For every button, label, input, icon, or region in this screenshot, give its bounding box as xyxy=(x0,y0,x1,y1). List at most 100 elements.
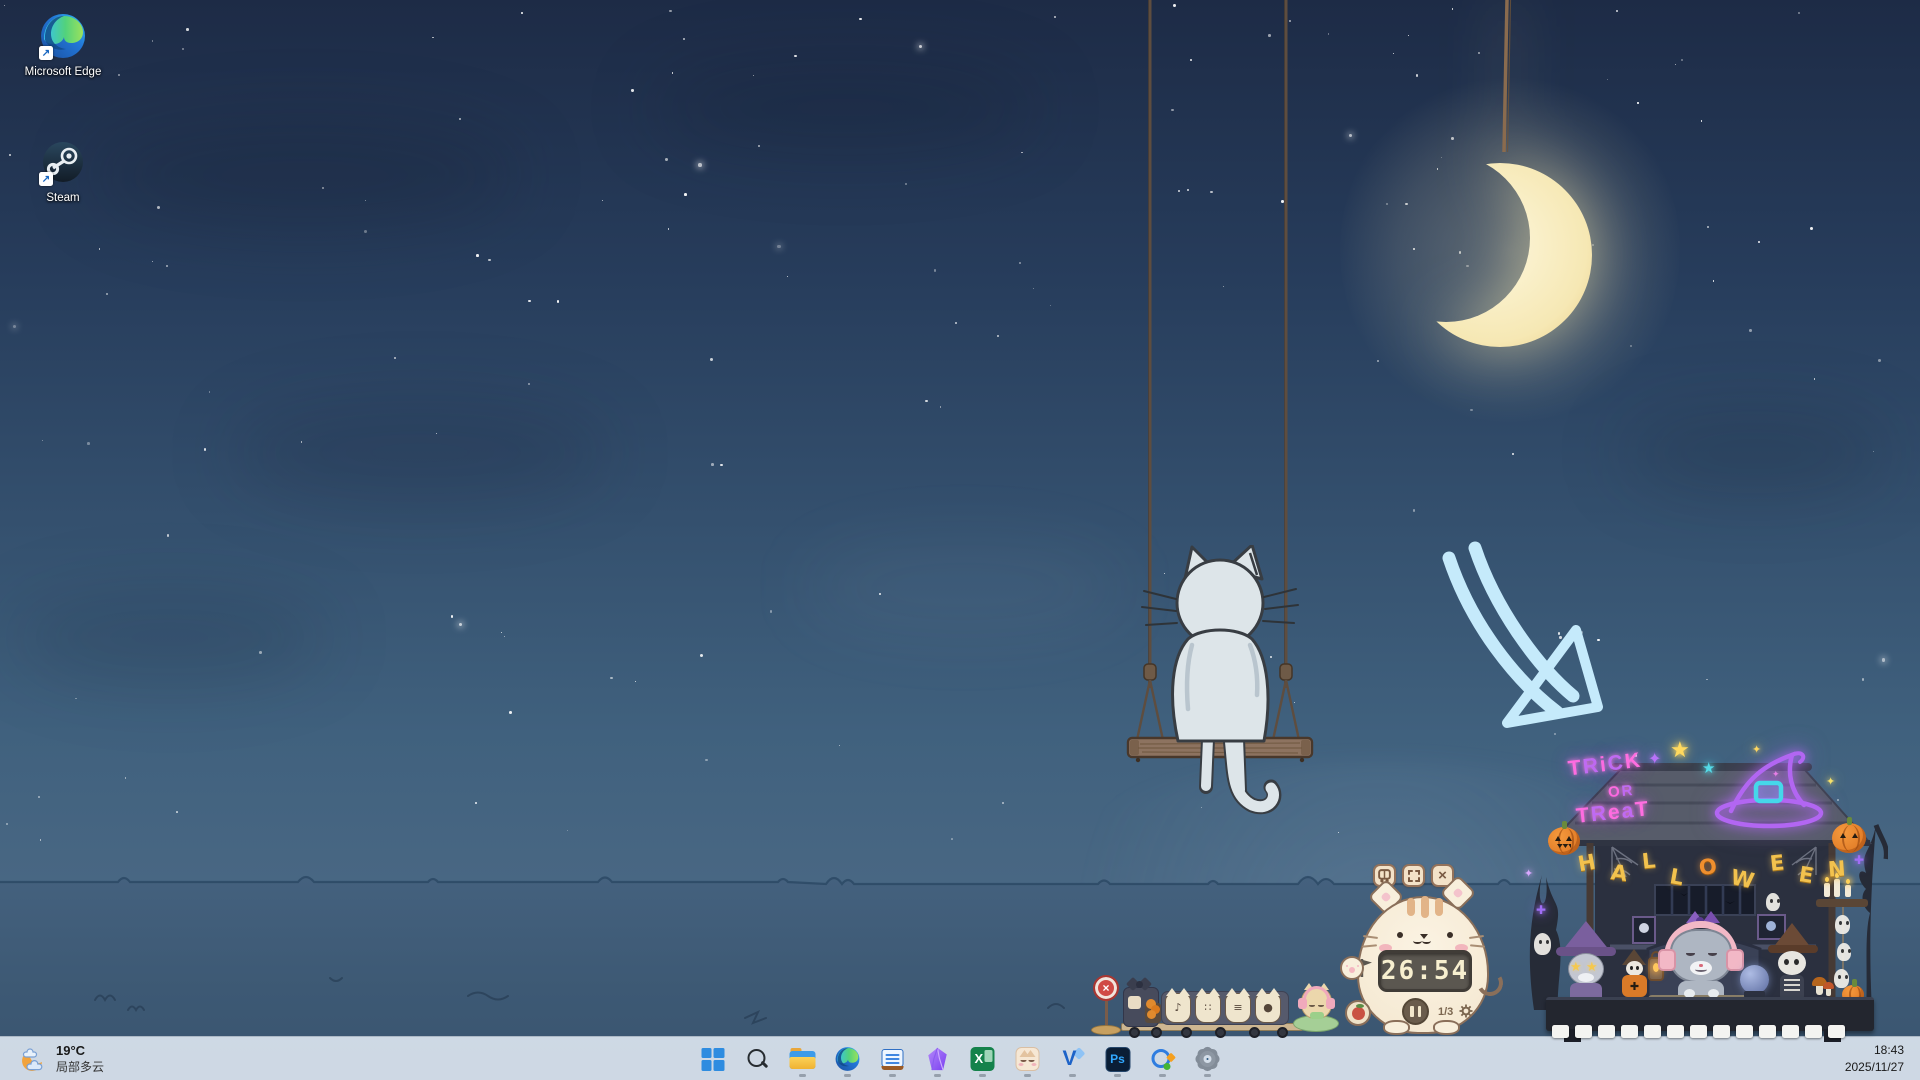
taskbar-weather-widget[interactable]: 19°C 局部多云 xyxy=(10,1037,112,1080)
windows-start-icon xyxy=(701,1048,724,1071)
star xyxy=(521,12,523,14)
crescent-moon xyxy=(1390,0,1610,400)
train-wheel xyxy=(1215,1027,1226,1038)
halloween-banner-letter: E xyxy=(1768,850,1785,875)
taskbar-search-button[interactable] xyxy=(738,1039,778,1079)
jack-o-lantern xyxy=(1548,827,1580,855)
taskbar-icon-photoshop[interactable]: Ps xyxy=(1098,1039,1138,1079)
halloween-banner-letter: N xyxy=(1828,856,1847,881)
keys-strip xyxy=(1552,1025,1845,1038)
sparkle-icon: ✚ xyxy=(1536,903,1546,917)
star xyxy=(475,802,477,804)
star xyxy=(794,55,796,57)
star xyxy=(42,440,43,441)
cat-train-widget[interactable]: × ♪ ∷ ≡ ● xyxy=(1085,975,1340,1037)
star xyxy=(557,300,560,303)
star xyxy=(635,681,636,682)
star xyxy=(1758,241,1761,244)
taskbar-start-button[interactable] xyxy=(693,1039,733,1079)
star xyxy=(684,193,687,196)
taskbar-icon-microsoft-edge[interactable] xyxy=(828,1039,868,1079)
train-cat: ∷ xyxy=(1195,993,1221,1023)
star xyxy=(476,254,479,257)
star xyxy=(152,261,153,262)
star xyxy=(683,38,685,40)
halloween-banner-letter: L xyxy=(1641,848,1657,873)
taskbar-icon-settings[interactable] xyxy=(1188,1039,1228,1079)
star xyxy=(940,406,942,408)
star xyxy=(394,357,396,359)
edge-icon: ↗ xyxy=(39,12,87,60)
neon-sparkle-icon: ✦ xyxy=(1826,775,1835,788)
star xyxy=(1349,134,1353,138)
taskbar-icon-cat-widget[interactable] xyxy=(1008,1039,1048,1079)
desktop-icon-edge[interactable]: ↗ Microsoft Edge xyxy=(15,12,111,80)
star xyxy=(631,89,633,91)
taskbar-icon-notepad[interactable] xyxy=(873,1039,913,1079)
star xyxy=(711,463,714,466)
star xyxy=(1814,378,1816,380)
star xyxy=(1810,227,1813,230)
star xyxy=(1002,802,1004,804)
star xyxy=(13,325,17,329)
pomodoro-cat-widget[interactable]: × 26:54 1/3 xyxy=(1345,852,1507,1040)
halloween-stand-widget[interactable]: TRiCK OR TReaT ✦ ★ ★ ✦ ✦ ✦ ✦ ✚ ✚ HALLOWE… xyxy=(1520,735,1888,1043)
star xyxy=(700,654,703,657)
star xyxy=(167,534,170,537)
star xyxy=(839,745,840,746)
star xyxy=(1033,288,1034,289)
taskbar-icon-file-explorer[interactable] xyxy=(783,1039,823,1079)
desktop-icon-steam[interactable]: ↗ Steam xyxy=(15,138,111,206)
star xyxy=(951,838,953,840)
train-wheel xyxy=(1249,1027,1260,1038)
taskbar-icon-qq-chat[interactable] xyxy=(1143,1039,1183,1079)
taskbar-icon-obsidian[interactable] xyxy=(918,1039,958,1079)
cat-widget-icon xyxy=(1016,1047,1040,1071)
shortcut-arrow-icon: ↗ xyxy=(39,46,53,60)
cat-paw xyxy=(1340,956,1364,980)
timer-value: 26:54 xyxy=(1381,956,1469,986)
star xyxy=(668,228,670,230)
widget-settings-gear-icon[interactable] xyxy=(1459,1004,1473,1018)
star xyxy=(40,839,42,841)
ghost xyxy=(1766,893,1780,911)
cloud xyxy=(10,590,330,685)
star xyxy=(152,40,153,41)
star xyxy=(1019,262,1021,264)
star xyxy=(1021,152,1023,154)
star xyxy=(528,300,531,303)
taskbar-icon-visio[interactable]: V xyxy=(1053,1039,1093,1079)
star xyxy=(509,711,512,714)
edge-icon xyxy=(835,1046,861,1072)
halloween-banner-letter: O xyxy=(1697,854,1718,880)
taskbar-icon-excel[interactable]: X xyxy=(963,1039,1003,1079)
neon-witch-hat-icon xyxy=(1712,745,1830,837)
star xyxy=(919,45,923,49)
stop-sign-base xyxy=(1091,1025,1121,1035)
photoshop-icon: Ps xyxy=(1105,1047,1130,1072)
tray-time: 18:43 xyxy=(1845,1042,1904,1059)
halloween-banner-letter: A xyxy=(1609,860,1628,886)
neon-star-icon: ✦ xyxy=(1648,749,1661,769)
star xyxy=(459,623,463,627)
star xyxy=(1882,658,1886,662)
star xyxy=(75,698,77,700)
star xyxy=(4,5,5,6)
star xyxy=(182,48,185,51)
visio-icon: V xyxy=(1061,1047,1085,1071)
widget-expand-button[interactable] xyxy=(1402,864,1425,887)
ghost xyxy=(1835,915,1850,934)
star xyxy=(528,383,530,385)
train-wheel xyxy=(1129,1027,1140,1038)
star xyxy=(501,632,502,633)
taskbar-pinned-apps: X V Ps xyxy=(693,1039,1228,1079)
weather-condition: 局部多云 xyxy=(56,1060,104,1075)
ghost xyxy=(1834,969,1849,988)
star xyxy=(1707,226,1710,229)
star xyxy=(610,677,613,680)
star xyxy=(720,464,723,467)
star xyxy=(1701,120,1703,122)
train-cat: ♪ xyxy=(1165,993,1191,1023)
taskbar-clock[interactable]: 18:43 2025/11/27 xyxy=(1839,1037,1910,1080)
train-cat: ● xyxy=(1255,993,1281,1023)
